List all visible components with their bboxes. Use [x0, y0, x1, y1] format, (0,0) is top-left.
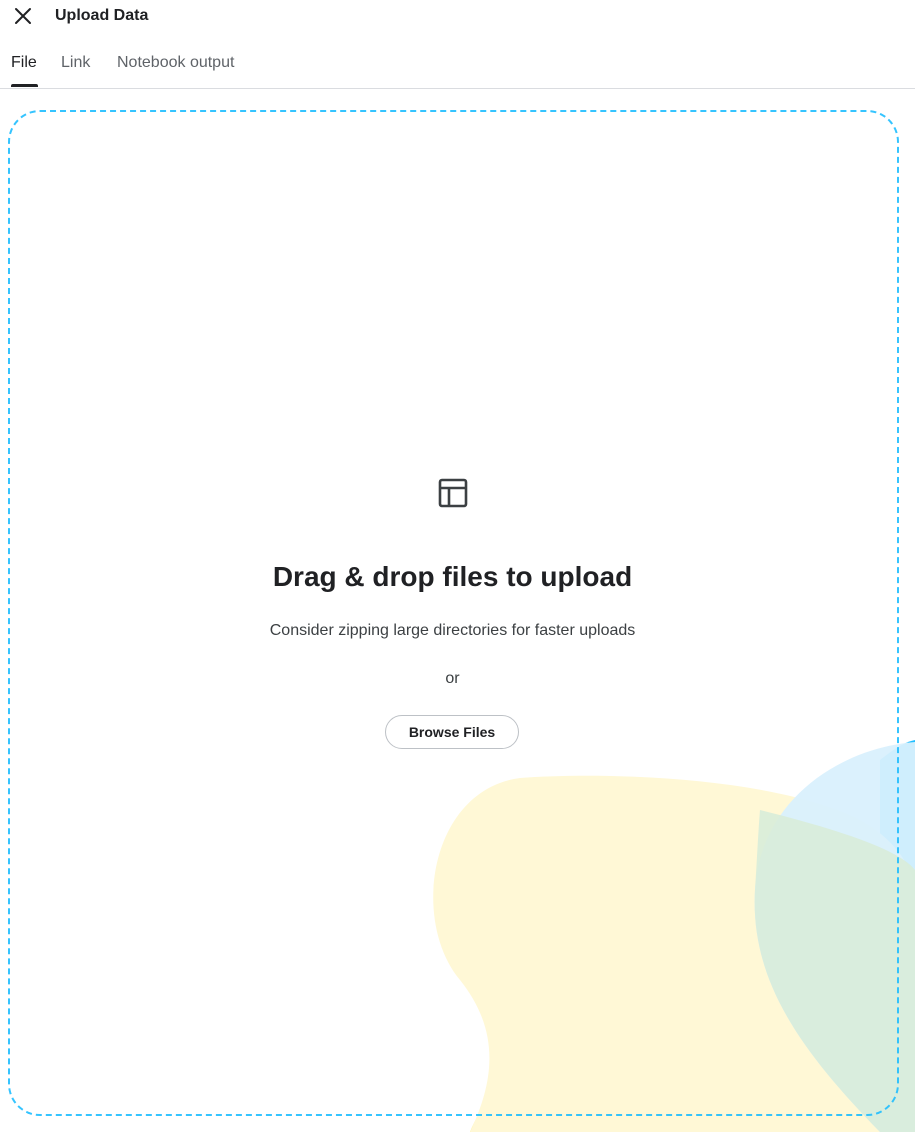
dropzone-heading: Drag & drop files to upload [272, 561, 633, 592]
dialog-header: Upload Data [0, 0, 915, 32]
tab-file[interactable]: File [11, 53, 37, 73]
tab-bar: File Link Notebook output [0, 44, 915, 89]
upload-data-dialog: Upload Data File Link Notebook output Dr… [0, 0, 915, 1132]
tab-link[interactable]: Link [61, 53, 90, 73]
tab-notebook-output[interactable]: Notebook output [117, 53, 234, 73]
file-drop-zone[interactable] [8, 110, 899, 1116]
table-icon [438, 478, 468, 508]
or-separator: or [445, 670, 460, 687]
dropzone-hint: Consider zipping large directories for f… [269, 622, 636, 639]
close-button[interactable] [10, 3, 36, 29]
dialog-title: Upload Data [55, 7, 149, 24]
browse-files-button[interactable]: Browse Files [385, 715, 519, 749]
close-icon [15, 8, 31, 24]
active-tab-indicator [11, 84, 38, 87]
